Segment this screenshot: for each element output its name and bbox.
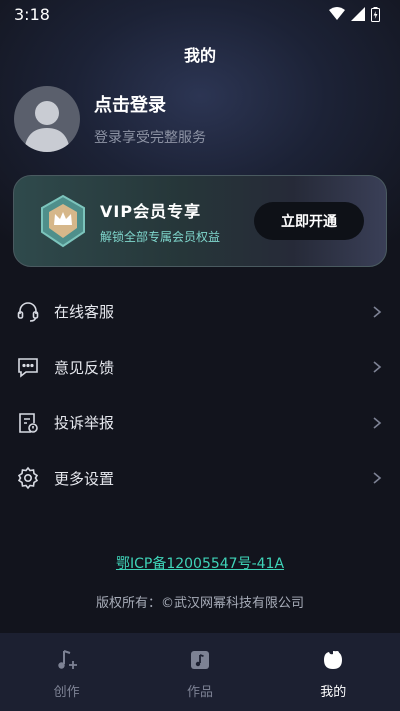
menu-item-settings[interactable]: 更多设置 [0, 451, 400, 507]
login-title[interactable]: 点击登录 [94, 91, 206, 117]
tab-mine[interactable]: 我的 [283, 647, 383, 700]
tab-works[interactable]: 作品 [150, 647, 250, 700]
status-icons [329, 6, 380, 22]
tab-label: 作品 [186, 685, 213, 700]
vip-activate-button[interactable]: 立即开通 [254, 202, 364, 240]
menu-item-label: 投诉举报 [54, 414, 115, 433]
status-bar: 3:18 [0, 0, 400, 28]
tab-create[interactable]: 创作 [17, 647, 117, 700]
chevron-right-icon [373, 306, 382, 318]
vip-crown-badge-icon [36, 192, 90, 250]
headset-icon [16, 300, 40, 324]
signal-icon [351, 7, 365, 21]
tab-label: 我的 [320, 685, 347, 700]
music-album-icon [187, 647, 213, 673]
copyright-text: 版权所有：©武汉网幂科技有限公司 [95, 596, 304, 611]
tab-label: 创作 [53, 685, 80, 700]
menu-item-label: 意见反馈 [54, 358, 115, 377]
avatar-person-icon [24, 101, 70, 152]
wifi-icon [329, 7, 345, 20]
chevron-right-icon [373, 472, 382, 484]
vip-card[interactable]: VIP会员专享 解锁全部专属会员权益 立即开通 [13, 175, 387, 267]
report-document-icon [16, 411, 40, 435]
vip-subtitle: 解锁全部专属会员权益 [100, 229, 221, 244]
profile-blob-icon [320, 647, 346, 673]
vip-title: VIP会员专享 [100, 201, 202, 221]
page-title: 我的 [183, 46, 216, 65]
battery-icon [371, 6, 380, 22]
menu-item-feedback[interactable]: 意见反馈 [0, 340, 400, 396]
icp-link[interactable]: 鄂ICP备12005547号-41A [0, 553, 400, 573]
login-subtitle: 登录享受完整服务 [94, 130, 206, 146]
gear-icon [16, 466, 40, 490]
chevron-right-icon [373, 361, 382, 373]
login-profile[interactable]: 点击登录 登录享受完整服务 [14, 86, 206, 152]
menu-list: 在线客服 意见反馈 投诉举报 更多设置 [0, 284, 400, 506]
chevron-right-icon [373, 417, 382, 429]
bottom-nav: 创作 作品 我的 [0, 633, 400, 711]
menu-item-customer-service[interactable]: 在线客服 [0, 284, 400, 340]
music-note-icon [54, 647, 80, 673]
menu-item-label: 更多设置 [54, 469, 115, 488]
status-time: 3:18 [14, 4, 50, 24]
chat-bubble-icon [16, 355, 40, 379]
menu-item-report[interactable]: 投诉举报 [0, 395, 400, 451]
menu-item-label: 在线客服 [54, 303, 115, 322]
avatar[interactable] [14, 86, 80, 152]
